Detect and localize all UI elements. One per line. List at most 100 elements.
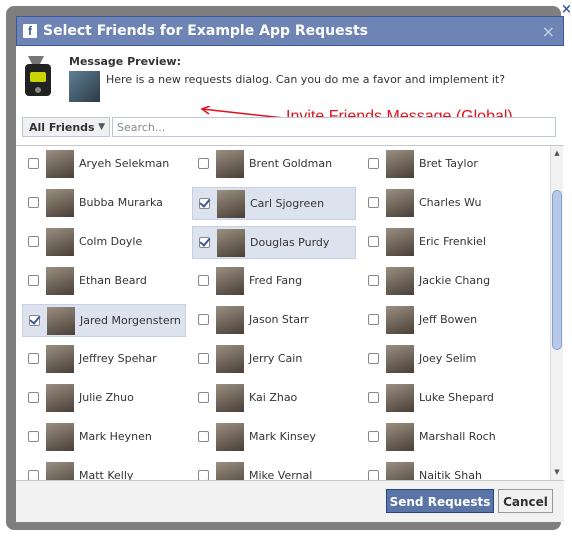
friend-item[interactable]: Colm Doyle — [22, 226, 186, 259]
friend-name: Mark Kinsey — [249, 430, 316, 443]
friend-name: Colm Doyle — [79, 235, 143, 248]
friend-avatar — [46, 150, 74, 178]
friend-checkbox[interactable] — [368, 470, 379, 480]
friend-item[interactable]: Jared Morgenstern — [22, 304, 186, 337]
friend-checkbox[interactable] — [198, 314, 209, 325]
friend-item[interactable]: Jackie Chang — [362, 265, 526, 298]
friend-checkbox[interactable] — [198, 431, 209, 442]
friend-item[interactable]: Ethan Beard — [22, 265, 186, 298]
friend-item[interactable]: Mike Vernal — [192, 460, 356, 481]
close-icon[interactable]: × — [542, 22, 555, 41]
friend-avatar — [216, 345, 244, 373]
friend-checkbox[interactable] — [29, 315, 40, 326]
friend-filter-dropdown[interactable]: All Friends ▼ — [22, 117, 110, 137]
scrollbar-thumb[interactable] — [552, 190, 562, 350]
friend-item[interactable]: Kai Zhao — [192, 382, 356, 415]
friend-checkbox[interactable] — [198, 470, 209, 480]
friend-checkbox[interactable] — [198, 158, 209, 169]
friend-checkbox[interactable] — [28, 275, 39, 286]
friend-avatar — [216, 306, 244, 334]
friend-checkbox[interactable] — [199, 237, 210, 248]
select-friends-dialog: f Select Friends for Example App Request… — [16, 16, 564, 522]
friend-avatar — [386, 384, 414, 412]
friend-checkbox[interactable] — [198, 353, 209, 364]
friend-checkbox[interactable] — [28, 470, 39, 480]
friend-checkbox[interactable] — [28, 392, 39, 403]
friend-item[interactable]: Eric Frenkiel — [362, 226, 526, 259]
friend-item[interactable]: Bubba Murarka — [22, 187, 186, 220]
friend-item[interactable]: Marshall Roch — [362, 421, 526, 454]
send-requests-button[interactable]: Send Requests — [386, 489, 494, 513]
friend-item[interactable]: Mark Heynen — [22, 421, 186, 454]
friend-item[interactable]: Mark Kinsey — [192, 421, 356, 454]
friend-item[interactable]: Matt Kelly — [22, 460, 186, 480]
scroll-down-icon[interactable]: ▼ — [551, 467, 563, 478]
friend-name: Ethan Beard — [79, 274, 147, 287]
friend-name: Marshall Roch — [419, 430, 496, 443]
friend-checkbox[interactable] — [28, 353, 39, 364]
friend-item[interactable]: Bret Taylor — [362, 148, 526, 181]
friend-item[interactable]: Joey Selim — [362, 343, 526, 376]
scroll-up-icon[interactable]: ▲ — [551, 148, 563, 159]
friend-checkbox[interactable] — [198, 275, 209, 286]
friend-name: Jason Starr — [249, 313, 309, 326]
friend-name: Douglas Purdy — [250, 236, 330, 249]
friend-name: Mike Vernal — [249, 469, 313, 481]
friend-filter-value: All Friends — [29, 121, 95, 134]
friend-name: Brent Goldman — [249, 157, 333, 170]
facebook-logo-icon: f — [23, 24, 37, 38]
message-preview-text: Here is a new requests dialog. Can you d… — [106, 73, 506, 86]
friend-name: Jeff Bowen — [419, 313, 478, 326]
friend-checkbox[interactable] — [368, 158, 379, 169]
friend-item[interactable]: Jerry Cain — [192, 343, 356, 376]
friend-checkbox[interactable] — [368, 197, 379, 208]
friend-item[interactable]: Luke Shepard — [362, 382, 526, 415]
friend-avatar — [386, 150, 414, 178]
friend-item[interactable]: Julie Zhuo — [22, 382, 186, 415]
friend-item[interactable]: Jason Starr — [192, 304, 356, 337]
friend-item[interactable]: Jeff Bowen — [362, 304, 526, 337]
friend-name: Julie Zhuo — [79, 391, 134, 404]
friend-name: Luke Shepard — [419, 391, 494, 404]
friend-search-input[interactable] — [112, 117, 556, 137]
friend-checkbox[interactable] — [368, 314, 379, 325]
friend-name: Aryeh Selekman — [79, 157, 170, 170]
friend-name: Charles Wu — [419, 196, 482, 209]
friend-avatar — [386, 345, 414, 373]
friend-list: Aryeh Selekman Brent Goldman Bret Taylor Bu… — [16, 145, 564, 481]
friend-avatar — [47, 307, 75, 335]
friend-checkbox[interactable] — [368, 275, 379, 286]
cancel-button[interactable]: Cancel — [498, 489, 553, 513]
friend-checkbox[interactable] — [198, 392, 209, 403]
friend-item[interactable]: Naitik Shah — [362, 460, 526, 481]
friend-item[interactable]: Charles Wu — [362, 187, 526, 220]
friend-checkbox[interactable] — [28, 197, 39, 208]
friend-checkbox[interactable] — [28, 431, 39, 442]
friend-item[interactable]: Douglas Purdy — [192, 226, 356, 259]
friend-checkbox[interactable] — [368, 392, 379, 403]
friend-item[interactable]: Aryeh Selekman — [22, 148, 186, 181]
friend-list-scrollbar[interactable]: ▲ ▼ — [550, 146, 563, 480]
friend-checkbox[interactable] — [368, 353, 379, 364]
friend-avatar — [46, 423, 74, 451]
friend-avatar — [386, 267, 414, 295]
message-preview-area: Message Preview: Here is a new requests … — [16, 46, 564, 126]
friend-checkbox[interactable] — [368, 236, 379, 247]
friend-avatar — [386, 228, 414, 256]
friend-name: Bret Taylor — [419, 157, 478, 170]
friend-checkbox[interactable] — [368, 431, 379, 442]
friend-avatar — [46, 189, 74, 217]
friend-checkbox[interactable] — [199, 198, 210, 209]
friend-item[interactable]: Carl Sjogreen — [192, 187, 356, 220]
friend-avatar — [216, 423, 244, 451]
friend-item[interactable]: Brent Goldman — [192, 148, 356, 181]
friend-item[interactable]: Jeffrey Spehar — [22, 343, 186, 376]
friend-name: Bubba Murarka — [79, 196, 163, 209]
friend-avatar — [46, 267, 74, 295]
friend-name: Naitik Shah — [419, 469, 482, 481]
friend-checkbox[interactable] — [28, 158, 39, 169]
friend-avatar — [386, 306, 414, 334]
dialog-footer: Send Requests Cancel — [16, 481, 564, 522]
friend-checkbox[interactable] — [28, 236, 39, 247]
friend-item[interactable]: Fred Fang — [192, 265, 356, 298]
